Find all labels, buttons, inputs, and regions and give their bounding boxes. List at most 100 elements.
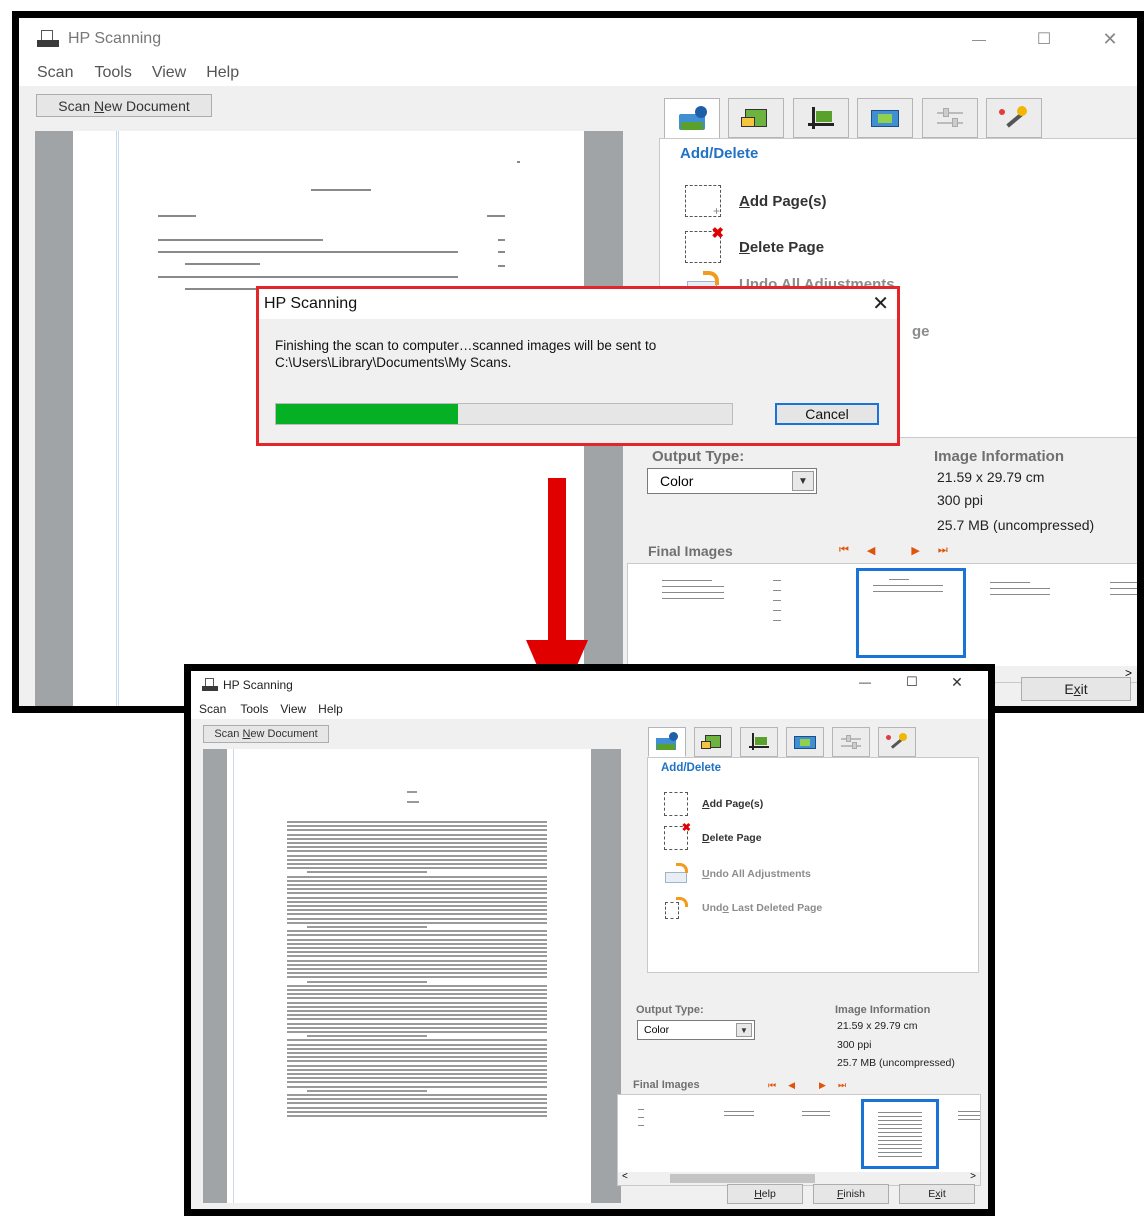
bottom-scroll-right-icon[interactable]: > — [970, 1171, 976, 1182]
color-adjust-icon — [868, 105, 902, 131]
scanned-text-line — [287, 1110, 547, 1113]
bottom-thumbnail-1[interactable] — [622, 1099, 692, 1167]
last-image-button[interactable]: ⏭ — [938, 544, 948, 557]
thumbnail-3-selected[interactable] — [856, 568, 966, 658]
bottom-previous-image-button[interactable]: ◀ — [788, 1080, 795, 1091]
bottom-thumbnail-4-selected[interactable] — [861, 1099, 939, 1169]
bottom-scroll-left-icon[interactable]: < — [622, 1171, 628, 1182]
exit-button[interactable]: Ex it — [899, 1184, 975, 1204]
bottom-menu-view[interactable]: View — [280, 702, 306, 716]
menu-help[interactable]: Help — [206, 64, 239, 82]
bottom-tab-enhance[interactable] — [878, 727, 916, 757]
scanned-text-line — [287, 917, 547, 920]
bottom-delete-page-action[interactable]: ✖ Delete Page — [664, 822, 762, 850]
scanned-text-line — [287, 976, 547, 979]
undo-last-deleted-fragment: ge — [912, 323, 930, 340]
bottom-thumbnail-2[interactable] — [702, 1099, 782, 1167]
bottom-crop-icon — [746, 732, 772, 752]
bottom-undo-all-adjustments-action[interactable]: Undo All Adjustments — [664, 862, 811, 886]
bottom-maximize-button[interactable]: ☐ — [898, 671, 926, 693]
thumbnail-2[interactable] — [753, 568, 853, 652]
bottom-add-pages-label: dd Page(s) — [709, 798, 764, 810]
bottom-scan-new-document-button[interactable]: Scan New Document — [203, 725, 329, 743]
bottom-image-size: 21.59 x 29.79 cm — [837, 1020, 918, 1032]
delete-page-action[interactable]: ✖ Delete Page — [685, 225, 824, 263]
scanned-text-line — [287, 875, 547, 878]
menu-tools[interactable]: Tools — [94, 64, 131, 82]
thumbnail-1[interactable] — [636, 568, 746, 652]
close-button[interactable]: ✕ — [1095, 18, 1125, 60]
bottom-menu-scan[interactable]: Scan — [199, 702, 226, 716]
bottom-thumbnail-3[interactable] — [788, 1099, 858, 1167]
scanned-text-line — [287, 1014, 547, 1017]
scanned-text-line — [287, 1094, 547, 1096]
previous-image-button[interactable]: ◀ — [867, 544, 875, 557]
bottom-next-image-button[interactable]: ▶ — [819, 1080, 826, 1091]
tab-rotate[interactable] — [728, 98, 784, 138]
minimize-button[interactable]: — — [964, 18, 994, 60]
bottom-menu-help[interactable]: Help — [318, 702, 343, 716]
thumbnail-5[interactable] — [1088, 568, 1137, 652]
exit-post: it — [1080, 681, 1088, 697]
scan-new-post: ew Document — [104, 97, 190, 114]
scanned-text-line — [287, 1073, 547, 1075]
scanned-text-line — [287, 1085, 547, 1088]
cancel-button[interactable]: Cancel — [775, 403, 879, 425]
panel-title: Add/Delete — [680, 145, 759, 162]
thumb-text-line — [878, 1120, 922, 1121]
help-button[interactable]: Help — [727, 1184, 803, 1204]
thumbnail-4[interactable] — [976, 568, 1076, 652]
menu-scan[interactable]: Scan — [37, 64, 73, 82]
bottom-menu-tools[interactable]: Tools — [240, 702, 268, 716]
tab-enhance[interactable] — [986, 98, 1042, 138]
output-type-label: Output Type: — [652, 448, 745, 465]
bottom-add-pages-action[interactable]: Add Page(s) — [664, 792, 763, 816]
maximize-button[interactable]: ☐ — [1029, 18, 1059, 60]
bottom-tab-rotate[interactable] — [694, 727, 732, 757]
bottom-tab-add-delete[interactable] — [648, 727, 686, 757]
add-pages-action[interactable]: + Add Page(s) — [685, 185, 827, 218]
next-image-button[interactable]: ▶ — [911, 544, 919, 557]
tab-settings[interactable] — [922, 98, 978, 138]
scanned-text-line — [287, 955, 547, 958]
menu-view[interactable]: View — [152, 64, 186, 82]
dialog-message-line2: C:\Users\Library\Documents\My Scans. — [275, 355, 512, 370]
thumb-text-line — [878, 1152, 922, 1153]
first-image-button[interactable]: ⏮ — [839, 544, 849, 557]
bottom-magic-wand-icon — [884, 732, 910, 752]
tab-color-adjust[interactable] — [857, 98, 913, 138]
scanned-text-line — [287, 993, 547, 996]
dialog-title-bar: HP Scanning — [259, 289, 897, 319]
bottom-last-image-button[interactable]: ⏭ — [838, 1080, 846, 1091]
dialog-close-icon[interactable]: ✕ — [872, 291, 889, 316]
bottom-scroll-thumb[interactable] — [670, 1174, 815, 1183]
tab-crop[interactable] — [793, 98, 849, 138]
bottom-undo-last-deleted-action[interactable]: Undo Last Deleted Page — [664, 896, 822, 920]
bottom-minimize-button[interactable]: — — [851, 671, 879, 693]
scanned-text-line — [287, 829, 547, 832]
scan-new-document-button[interactable]: Scan New Document — [36, 94, 212, 117]
tab-add-delete[interactable] — [664, 98, 720, 140]
add-pages-hotkey: A — [739, 192, 750, 210]
bottom-final-images-nav: ⏮ ◀ ▶ ⏭ — [768, 1080, 846, 1091]
scanned-text-line — [287, 1026, 547, 1029]
bottom-tab-settings[interactable] — [832, 727, 870, 757]
bottom-close-button[interactable]: ✕ — [943, 671, 971, 693]
bottom-first-image-button[interactable]: ⏮ — [768, 1080, 776, 1091]
progress-fill — [276, 404, 459, 424]
exit-button-top[interactable]: Ex it — [1021, 677, 1131, 701]
bottom-output-type-select[interactable]: Color ▼ — [637, 1020, 755, 1040]
scanned-text-line — [287, 972, 547, 975]
output-type-select[interactable]: Color ▼ — [647, 468, 817, 494]
output-type-value: Color — [660, 473, 694, 489]
bottom-tab-crop[interactable] — [740, 727, 778, 757]
dialog-message: Finishing the scan to computer…scanned i… — [275, 337, 656, 371]
finish-button[interactable]: Finish — [813, 1184, 889, 1204]
scanned-text-line — [287, 921, 547, 924]
scanned-text-line — [287, 842, 547, 844]
scanned-text-line — [287, 825, 547, 828]
chevron-down-icon[interactable]: ▼ — [792, 471, 814, 491]
bottom-chevron-down-icon[interactable]: ▼ — [736, 1023, 752, 1037]
bottom-thumbnail-5[interactable] — [948, 1099, 980, 1167]
bottom-tab-color-adjust[interactable] — [786, 727, 824, 757]
